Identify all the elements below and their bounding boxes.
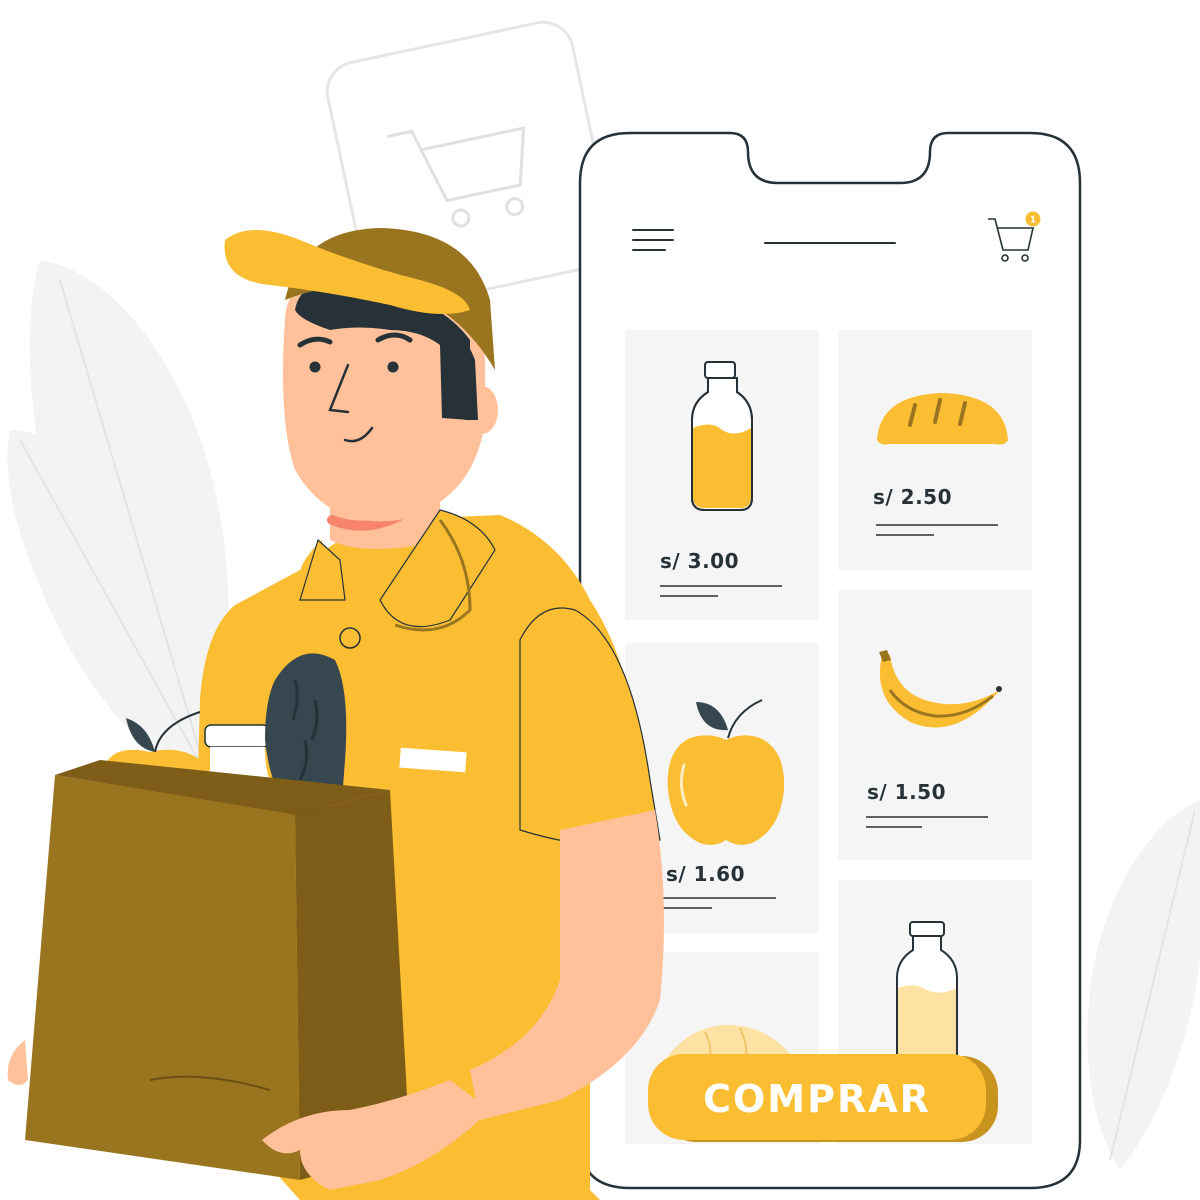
product-price: s/ 1.60: [666, 862, 745, 886]
buy-button-label: COMPRAR: [703, 1077, 931, 1121]
product-card[interactable]: s/ 3.00: [625, 330, 819, 620]
background-leaf-left: [7, 260, 229, 800]
svg-text:1: 1: [1030, 216, 1036, 226]
product-card[interactable]: s/ 1.50: [838, 590, 1032, 860]
buy-button[interactable]: COMPRAR: [648, 1054, 998, 1142]
product-price: s/ 1.50: [867, 780, 946, 804]
product-card[interactable]: s/ 2.50: [838, 330, 1032, 570]
background-leaf-right: [1087, 800, 1200, 1170]
cart-badge: 1: [1025, 211, 1041, 227]
illustration: 1 s/ 3.00 s/ 2.50 s/ 1.60 s/ 1.50 COMPRA…: [7, 20, 1200, 1200]
product-price: s/ 3.00: [660, 549, 739, 573]
product-price: s/ 2.50: [873, 485, 952, 509]
